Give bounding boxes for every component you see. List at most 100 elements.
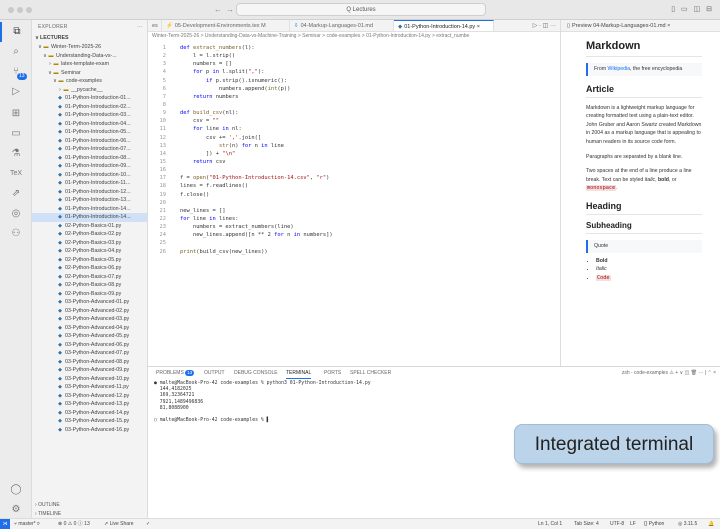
file-tree-item[interactable]: ◆ 03-Python-Advanced-01.py (32, 298, 147, 307)
code-line[interactable]: 21 new_lines = [] (148, 207, 560, 215)
code-line[interactable]: 7 return numbers (148, 93, 560, 101)
code-line[interactable]: 9 def build_csv(nl): (148, 109, 560, 117)
file-tree-item[interactable]: ◆ 01-Python-Introduction-07... (32, 145, 147, 154)
code-line[interactable]: 4 for p in l.split(","): (148, 68, 560, 76)
preview-tab[interactable]: ▯ Preview 04-Markup-Languages-01.md × (561, 20, 720, 32)
search-icon[interactable]: ⌕ (0, 42, 32, 62)
file-tree-item[interactable]: ◆ 02-Python-Basics-03.py (32, 239, 147, 248)
wikipedia-link[interactable]: Wikipedia (608, 66, 631, 72)
more-actions-icon[interactable]: ··· (137, 20, 143, 34)
file-tree-item[interactable]: ◆ 01-Python-Introduction-08... (32, 154, 147, 163)
run-debug-icon[interactable]: ▷ (0, 82, 32, 102)
account-icon[interactable]: ◯ (0, 480, 32, 500)
command-center-search[interactable]: Q Lectures (236, 3, 486, 16)
terminal-output[interactable]: ● malte@MacBook-Pro-42 code-examples % p… (154, 381, 554, 424)
folder-tree-item[interactable]: ∨ ▬ code-examples (32, 77, 147, 86)
copilot-icon[interactable]: ⚇ (0, 224, 32, 244)
file-tree-item[interactable]: ◆ 03-Python-Advanced-04.py (32, 324, 147, 333)
tab-spell-checker[interactable]: SPELL CHECKER (350, 367, 391, 379)
tab-markup-languages[interactable]: ⇩ 04-Markup-Languages-01.md (290, 20, 394, 31)
code-line[interactable]: 3 numbers = [] (148, 60, 560, 68)
back-arrow-icon[interactable]: ← (214, 5, 222, 14)
code-line[interactable]: 26 print(build_csv(new_lines)) (148, 248, 560, 256)
code-line[interactable]: 25 (148, 239, 560, 247)
code-line[interactable]: 22 for line in lines: (148, 215, 560, 223)
file-tree-item[interactable]: ◆ 02-Python-Basics-04.py (32, 247, 147, 256)
tex-icon[interactable]: TeX (0, 164, 32, 184)
folder-tree-item[interactable]: › ▬ latex-template-exam (32, 60, 147, 69)
breadcrumb[interactable]: Winter-Term-2025-26 > Understanding-Data… (148, 32, 560, 41)
file-tree-item[interactable]: ◆ 01-Python-Introduction-12... (32, 188, 147, 197)
close-window-button[interactable] (8, 7, 14, 13)
source-control-icon[interactable]: ⑂ 13 (0, 62, 32, 82)
tab-ports[interactable]: PORTS (324, 367, 341, 379)
outline-section[interactable]: › OUTLINE (32, 501, 147, 510)
file-tree-item[interactable]: ◆ 03-Python-Advanced-07.py (32, 349, 147, 358)
code-line[interactable]: 17 f = open("01-Python-Introduction-14.cs… (148, 174, 560, 182)
file-tree-item[interactable]: ◆ 01-Python-Introduction-02... (32, 103, 147, 112)
testing-icon[interactable]: ⚗ (0, 144, 32, 164)
file-tree-item[interactable]: ◆ 02-Python-Basics-01.py (32, 222, 147, 231)
file-tree-item[interactable]: ◆ 01-Python-Introduction-06... (32, 137, 147, 146)
file-tree-item[interactable]: ◆ 01-Python-Introduction-14... (32, 205, 147, 214)
workspace-section-header[interactable]: ∨LECTURES (32, 34, 147, 43)
tab-output[interactable]: OUTPUT (204, 367, 225, 379)
file-tree-item[interactable]: ◆ 02-Python-Basics-07.py (32, 273, 147, 282)
code-line[interactable]: 13 str(n) for n in line (148, 142, 560, 150)
tab-problems[interactable]: PROBLEMS 13 (156, 367, 195, 379)
file-tree-item[interactable]: ◆ 02-Python-Basics-02.py (32, 230, 147, 239)
file-tree-item[interactable]: ◆ 03-Python-Advanced-10.py (32, 375, 147, 384)
file-tree-item[interactable]: ◆ 02-Python-Basics-09.py (32, 290, 147, 299)
code-line[interactable]: 18 lines = f.readlines() (148, 182, 560, 190)
code-line[interactable]: 16 (148, 166, 560, 174)
file-tree-item[interactable]: ◆ 03-Python-Advanced-14.py (32, 409, 147, 418)
file-tree-item[interactable]: ◆ 02-Python-Basics-06.py (32, 264, 147, 273)
folder-tree-item[interactable]: ∨ ▬ Understanding-Data-vs-... (32, 52, 147, 61)
code-line[interactable]: 12 csv += ','.join([ (148, 134, 560, 142)
explorer-icon[interactable]: ⧉ (0, 22, 32, 42)
folder-tree-item[interactable]: ∨ ▬ Winter-Term-2025-26 (32, 43, 147, 52)
file-tree-item[interactable]: ◆ 01-Python-Introduction-14... (32, 213, 147, 222)
extensions-icon[interactable]: ⊞ (0, 104, 32, 124)
layout-toggle-icons[interactable]: ▯ ▭ ◫ ⊟ (671, 5, 714, 13)
share-icon[interactable]: ⇗ (0, 184, 32, 204)
file-tree-item[interactable]: ◆ 01-Python-Introduction-11... (32, 179, 147, 188)
file-tree-item[interactable]: ◆ 01-Python-Introduction-03... (32, 111, 147, 120)
file-tree-item[interactable]: ◆ 02-Python-Basics-08.py (32, 281, 147, 290)
code-area[interactable]: 1 def extract_numbers(l): 2 l = l.strip() 3… (148, 44, 560, 256)
code-line[interactable]: 23 numbers = extract_numbers(line) (148, 223, 560, 231)
tab-development-environments[interactable]: ⚡ 05-Development-Environments.tex M (162, 20, 290, 31)
tab-debug-console[interactable]: DEBUG CONSOLE (234, 367, 278, 379)
code-line[interactable]: 8 (148, 101, 560, 109)
code-line[interactable]: 5 if p.strip().isnumeric(): (148, 77, 560, 85)
code-line[interactable]: 19 f.close() (148, 191, 560, 199)
file-tree-item[interactable]: ◆ 02-Python-Basics-05.py (32, 256, 147, 265)
code-line[interactable]: 10 csv = "" (148, 117, 560, 125)
tab-es[interactable]: es (148, 20, 162, 31)
code-line[interactable]: 2 l = l.strip() (148, 52, 560, 60)
file-tree-item[interactable]: ◆ 03-Python-Advanced-15.py (32, 417, 147, 426)
file-tree-item[interactable]: ◆ 03-Python-Advanced-08.py (32, 358, 147, 367)
code-line[interactable]: 20 (148, 199, 560, 207)
file-tree-item[interactable]: ◆ 03-Python-Advanced-09.py (32, 366, 147, 375)
file-tree-item[interactable]: ◆ 01-Python-Introduction-13... (32, 196, 147, 205)
timeline-section[interactable]: › TIMELINE (32, 510, 147, 518)
remote-icon[interactable]: ▭ (0, 124, 32, 144)
code-line[interactable]: 6 numbers.append(int(p)) (148, 85, 560, 93)
forward-arrow-icon[interactable]: → (226, 5, 234, 14)
file-tree-item[interactable]: ◆ 01-Python-Introduction-09... (32, 162, 147, 171)
file-tree-item[interactable]: ◆ 01-Python-Introduction-05... (32, 128, 147, 137)
minimize-window-button[interactable] (17, 7, 23, 13)
file-tree-item[interactable]: ◆ 01-Python-Introduction-04... (32, 120, 147, 129)
terminal-actions[interactable]: zsh - code-examples ⚠ + ∨ ◫ 🗑 ··· | ⌃ × (622, 367, 716, 379)
code-line[interactable]: 14 ]) + "\n" (148, 150, 560, 158)
folder-tree-item[interactable]: ∨ ▬ Seminar (32, 69, 147, 78)
folder-tree-item[interactable]: › ▬ __pycache__ (32, 86, 147, 95)
file-tree-item[interactable]: ◆ 03-Python-Advanced-13.py (32, 400, 147, 409)
file-tree-item[interactable]: ◆ 03-Python-Advanced-12.py (32, 392, 147, 401)
file-tree-item[interactable]: ◆ 03-Python-Advanced-16.py (32, 426, 147, 435)
settings-icon[interactable]: ⚙ (0, 500, 32, 520)
code-line[interactable]: 1 def extract_numbers(l): (148, 44, 560, 52)
file-tree-item[interactable]: ◆ 03-Python-Advanced-06.py (32, 341, 147, 350)
file-tree-item[interactable]: ◆ 03-Python-Advanced-11.py (32, 383, 147, 392)
